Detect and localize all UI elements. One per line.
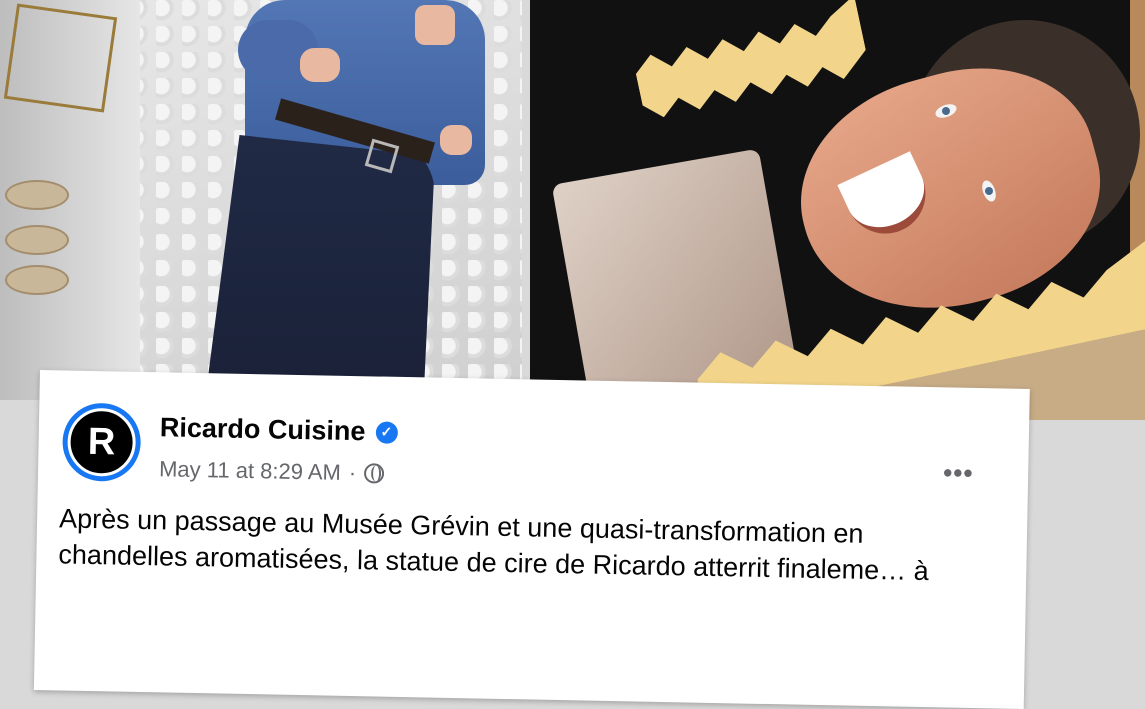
post-text: Après un passage au Musée Grévin et une …: [58, 503, 930, 587]
post-timestamp[interactable]: May 11 at 8:29 AM: [159, 456, 341, 485]
page-avatar[interactable]: R: [61, 402, 142, 482]
right-hand: [440, 125, 472, 155]
wax-figure-body-photo: [0, 0, 522, 400]
post-meta: May 11 at 8:29 AM ·: [159, 456, 385, 486]
plate: [5, 225, 69, 255]
page-name-link[interactable]: Ricardo Cuisine: [160, 412, 366, 447]
jeans: [205, 135, 435, 400]
globe-icon[interactable]: [364, 463, 385, 484]
left-hand: [300, 48, 340, 82]
meta-separator: ·: [348, 459, 357, 486]
wax-head-in-box-photo: [530, 0, 1145, 420]
post-header: Ricardo Cuisine ✓: [160, 412, 398, 448]
neck: [415, 5, 455, 45]
plate: [5, 265, 69, 295]
verified-badge-icon: ✓: [375, 420, 398, 444]
facebook-post-card: R Ricardo Cuisine ✓ May 11 at 8:29 AM · …: [33, 370, 1030, 709]
more-options-button[interactable]: •••: [943, 457, 974, 489]
shelf: [0, 0, 140, 400]
gold-lantern: [3, 3, 118, 113]
avatar-logo: R: [66, 407, 137, 477]
plate: [5, 180, 69, 210]
